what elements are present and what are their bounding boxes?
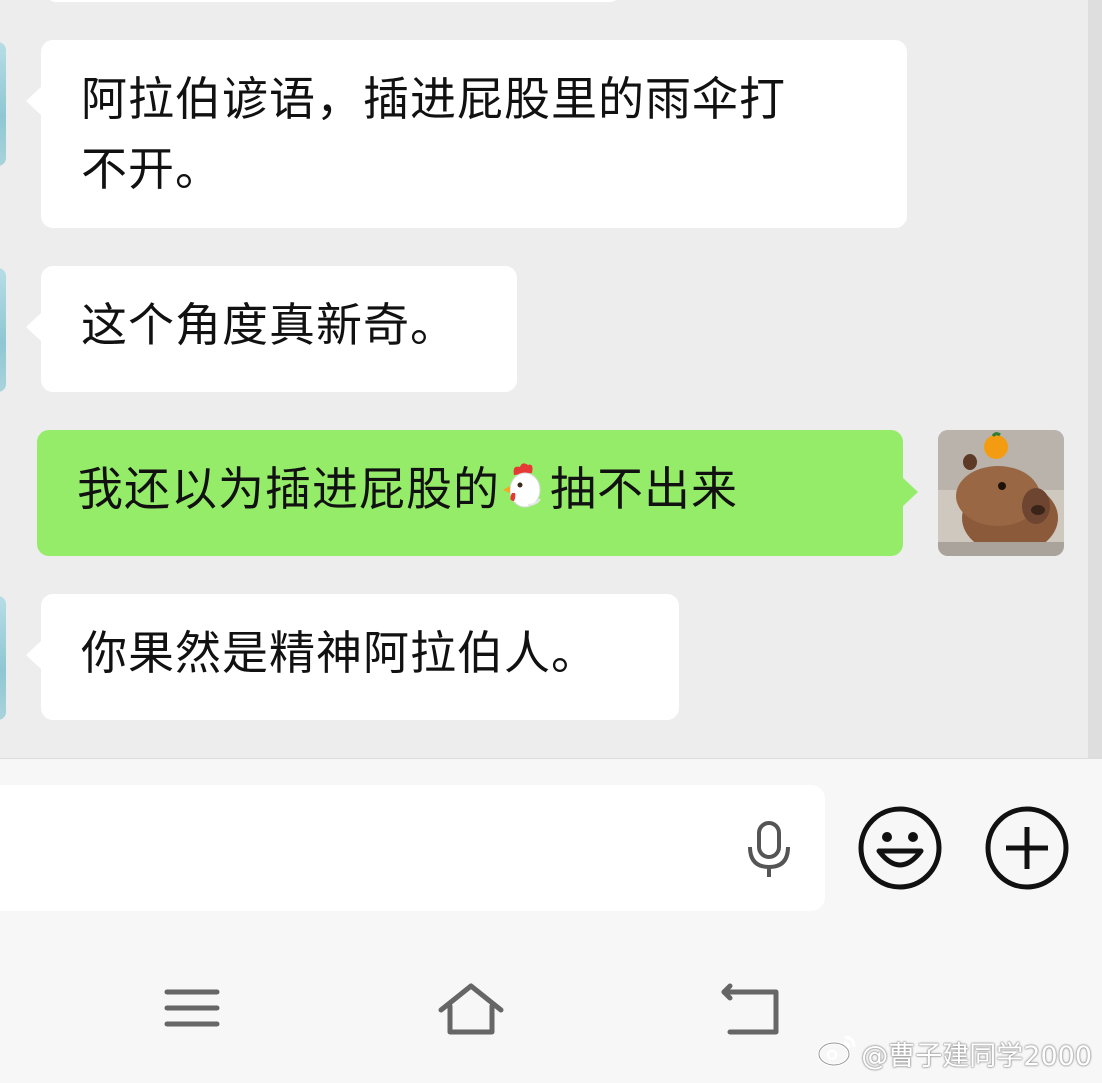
message-text: 抽不出来 (550, 462, 738, 516)
message-text: 你果然是精神阿拉伯人。 (81, 626, 598, 680)
plus-icon[interactable] (984, 805, 1070, 891)
back-icon[interactable] (718, 980, 788, 1040)
home-icon[interactable] (436, 980, 506, 1040)
message-text-line: 阿拉伯谚语，插进屁股里的雨伞打 (81, 72, 786, 126)
smiley-icon[interactable] (857, 805, 943, 891)
user-avatar[interactable] (938, 430, 1064, 556)
menu-icon[interactable] (157, 980, 227, 1040)
scrollbar[interactable] (1088, 0, 1102, 758)
contact-avatar[interactable] (0, 268, 6, 392)
watermark: @曹子建同学2000 (817, 1033, 1092, 1073)
chicken-emoji (500, 460, 550, 530)
microphone-icon[interactable] (744, 821, 794, 881)
message-input[interactable] (0, 785, 825, 911)
message-text-line: 不开。 (81, 142, 222, 196)
watermark-text: @曹子建同学2000 (861, 1040, 1092, 1072)
message-bubble-incoming[interactable]: 你果然是精神阿拉伯人。 (26, 594, 679, 720)
system-navigation-bar: @曹子建同学2000 (0, 928, 1102, 1083)
message-text: 我还以为插进屁股的 (77, 462, 500, 516)
previous-message-bubble-edge (46, 0, 620, 2)
message-bubble-incoming[interactable]: 阿拉伯谚语，插进屁股里的雨伞打 不开。 (26, 40, 907, 228)
message-text: 这个角度真新奇。 (81, 298, 457, 352)
contact-avatar[interactable] (0, 42, 6, 166)
contact-avatar[interactable] (0, 596, 6, 720)
message-bubble-incoming[interactable]: 这个角度真新奇。 (26, 266, 517, 392)
weibo-icon (817, 1033, 857, 1074)
chat-area[interactable]: 阿拉伯谚语，插进屁股里的雨伞打 不开。 这个角度真新奇。 我还以为插进屁股的 抽… (0, 0, 1102, 758)
input-bar (0, 758, 1102, 928)
message-bubble-outgoing[interactable]: 我还以为插进屁股的 抽不出来 (37, 430, 918, 556)
